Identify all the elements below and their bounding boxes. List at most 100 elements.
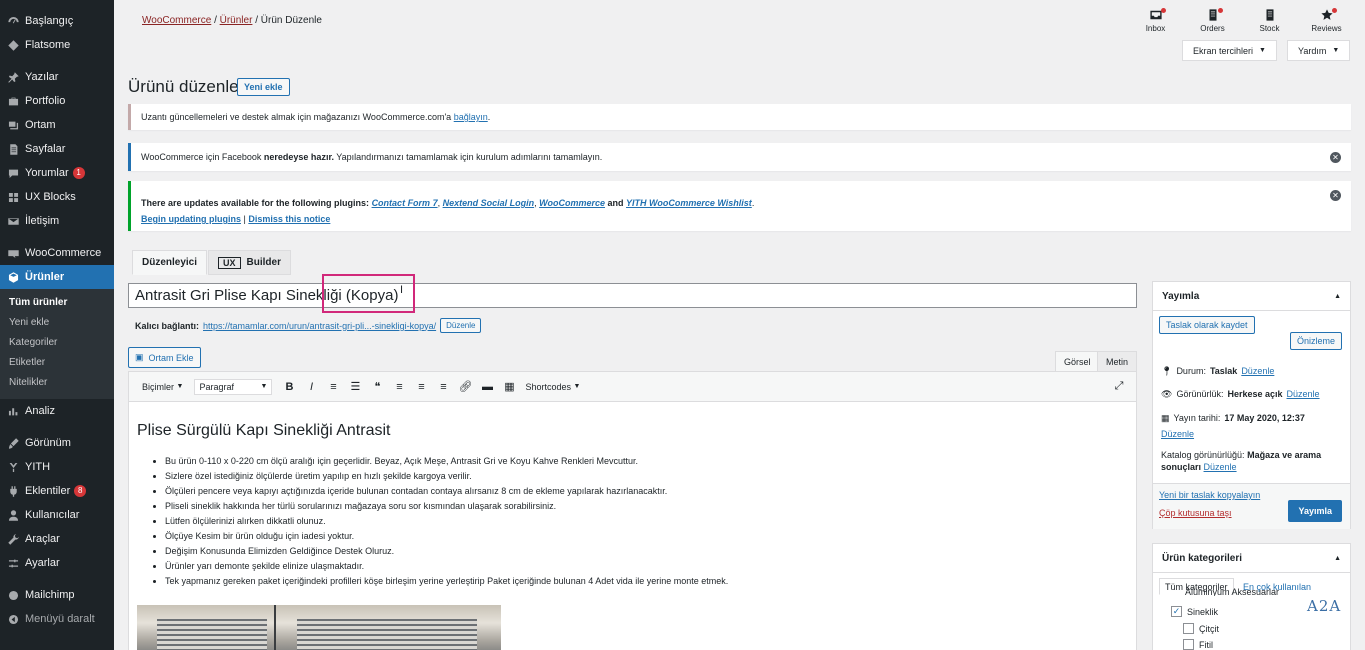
link-icon[interactable]: 🔗︎ xyxy=(454,376,476,398)
submenu-all-products[interactable]: Tüm ürünler xyxy=(0,293,114,313)
menu-comments[interactable]: Yorumlar 1 xyxy=(0,161,114,185)
checkbox[interactable] xyxy=(1183,623,1194,634)
settings-icon xyxy=(6,556,20,570)
menu-dashboard[interactable]: Başlangıç xyxy=(0,9,114,33)
bullet-list-icon[interactable]: ≡ xyxy=(322,376,344,398)
category-item-sineklik[interactable]: ✓ Sineklik xyxy=(1171,606,1218,617)
align-center-icon[interactable]: ≡ xyxy=(410,376,432,398)
help-button[interactable]: Yardım ▼ xyxy=(1287,40,1351,61)
italic-icon[interactable]: I xyxy=(300,376,322,398)
tab-ux-builder[interactable]: UX Builder xyxy=(208,250,291,275)
screen-options-button[interactable]: Ekran tercihleri ▼ xyxy=(1182,40,1277,61)
visibility-edit-link[interactable]: Düzenle xyxy=(1287,388,1320,400)
category-item-partial: Alüminyum Aksesuarlar xyxy=(1185,588,1280,596)
permalink-url[interactable]: https://tamamlar.com/urun/antrasit-gri-p… xyxy=(203,321,436,331)
breadcrumb-products[interactable]: Ürünler xyxy=(220,15,253,26)
menu-analytics[interactable]: Analiz xyxy=(0,399,114,423)
menu-pages[interactable]: Sayfalar xyxy=(0,137,114,161)
permalink-edit-button[interactable]: Düzenle xyxy=(440,318,482,333)
plugin-link-yith[interactable]: YITH WooCommerce Wishlist xyxy=(626,198,752,208)
breadcrumb-woocommerce[interactable]: WooCommerce xyxy=(142,15,211,26)
fullscreen-icon[interactable]: ⤢ xyxy=(1108,376,1130,398)
dismiss-icon[interactable]: ✕ xyxy=(1330,152,1341,163)
product-title-input[interactable]: Antrasit Gri Plise Kapı Sinekliği (Kopya… xyxy=(128,283,1137,308)
products-icon xyxy=(6,270,20,284)
bold-icon[interactable]: B xyxy=(278,376,300,398)
menu-portfolio[interactable]: Portfolio xyxy=(0,89,114,113)
tab-visual[interactable]: Görsel xyxy=(1055,351,1100,372)
blockquote-icon[interactable]: ❝ xyxy=(366,376,388,398)
align-left-icon[interactable]: ≡ xyxy=(388,376,410,398)
menu-posts[interactable]: Yazılar xyxy=(0,65,114,89)
formats-dropdown[interactable]: Biçimler ▼ xyxy=(137,376,188,398)
list-item: Lütfen ölçülerinizi alırken dikkatli olu… xyxy=(165,514,1128,529)
dismiss-icon[interactable]: ✕ xyxy=(1330,190,1341,201)
menu-media[interactable]: Ortam xyxy=(0,113,114,137)
stock-icon xyxy=(1266,9,1273,21)
menu-woocommerce[interactable]: WooCommerce xyxy=(0,241,114,265)
checkbox[interactable] xyxy=(1183,639,1194,650)
collapse-up-icon[interactable]: ▲ xyxy=(1334,555,1341,562)
menu-products[interactable]: Ürünler xyxy=(0,265,114,289)
submenu-categories[interactable]: Kategoriler xyxy=(0,333,114,353)
align-right-icon[interactable]: ≡ xyxy=(432,376,454,398)
menu-tools[interactable]: Araçlar xyxy=(0,527,114,551)
submenu-tags[interactable]: Etiketler xyxy=(0,353,114,373)
image-blind xyxy=(157,619,267,650)
tab-editor[interactable]: Düzenleyici xyxy=(132,250,208,275)
preview-button[interactable]: Önizleme xyxy=(1289,332,1342,350)
shortcodes-dropdown[interactable]: Shortcodes ▼ xyxy=(520,376,585,398)
add-media-button[interactable]: ▣ Ortam Ekle xyxy=(128,347,201,368)
list-item: Ürünler yarı demonte şekilde elinize ula… xyxy=(165,559,1128,574)
menu-ux-blocks[interactable]: UX Blocks xyxy=(0,185,114,209)
reviews-button[interactable]: Reviews xyxy=(1298,8,1355,33)
plugins-icon xyxy=(6,484,20,498)
notice-actions: Begin updating plugins | Dismiss this no… xyxy=(141,214,331,224)
menu-flatsome[interactable]: Flatsome xyxy=(0,33,114,57)
collapse-up-icon[interactable]: ▲ xyxy=(1334,293,1341,300)
numbered-list-icon[interactable]: ☰ xyxy=(344,376,366,398)
orders-button[interactable]: Orders xyxy=(1184,8,1241,33)
publish-box-header[interactable]: Yayımla ▲ xyxy=(1153,282,1350,311)
menu-appearance[interactable]: Görünüm xyxy=(0,431,114,455)
save-draft-button[interactable]: Taslak olarak kaydet xyxy=(1159,316,1255,334)
paragraph-select[interactable]: Paragraf ▼ xyxy=(194,378,273,395)
move-to-trash-link[interactable]: Çöp kutusuna taşı xyxy=(1159,508,1232,518)
menu-mailchimp[interactable]: Mailchimp xyxy=(0,583,114,607)
notice-text: WooCommerce için Facebook xyxy=(141,152,262,162)
plugin-link-woocommerce[interactable]: WooCommerce xyxy=(539,198,605,208)
category-item-fitil[interactable]: Fitil xyxy=(1183,639,1213,650)
toolbar-toggle-icon[interactable]: ▦ xyxy=(498,376,520,398)
add-new-button[interactable]: Yeni ekle xyxy=(237,78,290,96)
plugin-link-nextend[interactable]: Nextend Social Login xyxy=(443,198,535,208)
date-edit-link[interactable]: Düzenle xyxy=(1161,428,1341,440)
flatsome-icon xyxy=(6,38,20,52)
category-item-citcit[interactable]: Çitçit xyxy=(1183,623,1219,634)
inbox-button[interactable]: Inbox xyxy=(1127,8,1184,33)
categories-box-title: Ürün kategorileri xyxy=(1162,552,1243,564)
connect-link[interactable]: bağlayın xyxy=(454,112,488,122)
dismiss-notice-link[interactable]: Dismiss this notice xyxy=(248,214,330,224)
copy-draft-link[interactable]: Yeni bir taslak kopyalayın xyxy=(1159,490,1260,500)
plugin-link-contact-form[interactable]: Contact Form 7 xyxy=(372,198,438,208)
menu-plugins[interactable]: Eklentiler 8 xyxy=(0,479,114,503)
menu-settings[interactable]: Ayarlar xyxy=(0,551,114,575)
tab-text[interactable]: Metin xyxy=(1097,351,1138,372)
stock-button[interactable]: Stock xyxy=(1241,8,1298,33)
menu-collapse[interactable]: Menüyü daralt xyxy=(0,607,114,631)
submenu-attributes[interactable]: Nitelikler xyxy=(0,373,114,393)
begin-updating-link[interactable]: Begin updating plugins xyxy=(141,214,241,224)
publish-button[interactable]: Yayımla xyxy=(1288,500,1342,522)
editor-content[interactable]: Plise Sürgülü Kapı Sinekliği Antrasit Bu… xyxy=(129,402,1136,589)
submenu-add-new[interactable]: Yeni ekle xyxy=(0,313,114,333)
status-edit-link[interactable]: Düzenle xyxy=(1241,365,1274,377)
product-image[interactable] xyxy=(137,605,501,650)
menu-contact[interactable]: İletişim xyxy=(0,209,114,233)
menu-yith[interactable]: YITH xyxy=(0,455,114,479)
content-editor[interactable]: Biçimler ▼ Paragraf ▼ B I ≡ ☰ ❝ ≡ ≡ ≡ 🔗︎ … xyxy=(128,371,1137,650)
catalog-edit-link[interactable]: Düzenle xyxy=(1204,462,1237,472)
menu-users[interactable]: Kullanıcılar xyxy=(0,503,114,527)
read-more-icon[interactable]: ▬ xyxy=(476,376,498,398)
checkbox-checked[interactable]: ✓ xyxy=(1171,606,1182,617)
categories-box-header[interactable]: Ürün kategorileri ▲ xyxy=(1153,544,1350,573)
